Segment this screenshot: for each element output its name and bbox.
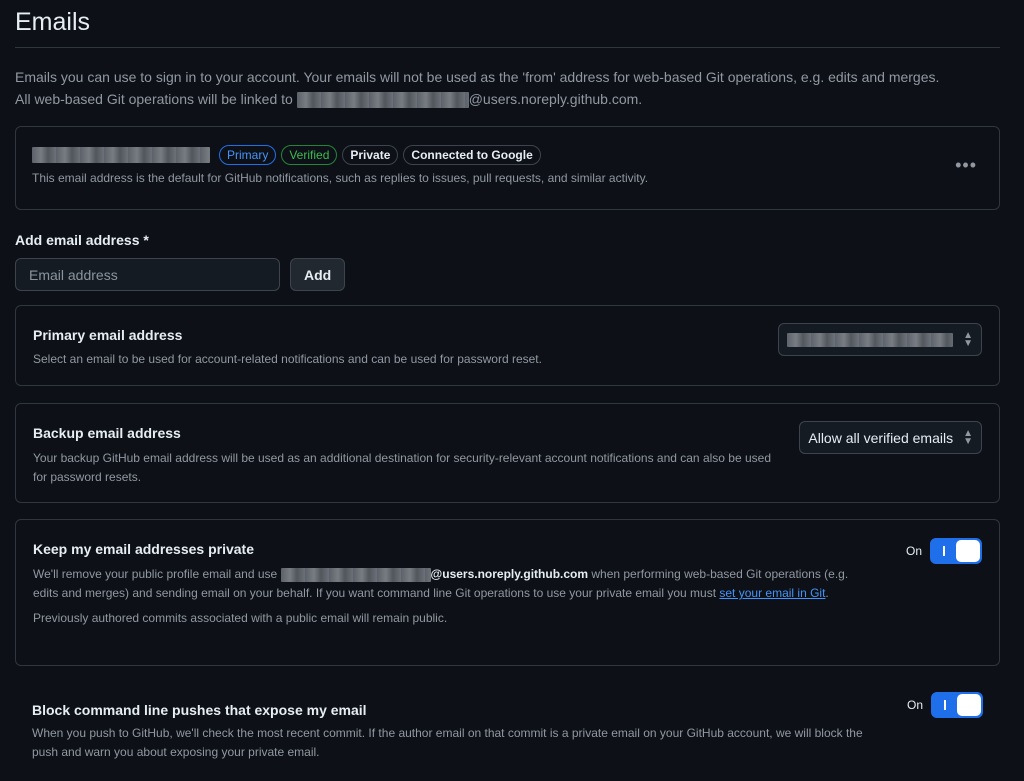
select-caret-icon: ▲ ▼ — [963, 427, 973, 447]
block-push-toggle[interactable] — [931, 692, 983, 718]
set-email-in-git-link[interactable]: set your email in Git — [719, 586, 825, 600]
intro-line-2-prefix: All web-based Git operations will be lin… — [15, 91, 297, 107]
block-push-toggle-label: On — [906, 698, 923, 712]
keep-private-toggle[interactable] — [930, 538, 982, 564]
email-address-input[interactable] — [15, 258, 280, 291]
redacted-email — [32, 147, 210, 163]
toggle-knob — [957, 694, 981, 716]
redacted-noreply-user — [280, 567, 431, 582]
block-push-description: When you push to GitHub, we'll check the… — [32, 726, 863, 759]
private-badge: Private — [342, 145, 399, 165]
block-push-title: Block command line pushes that expose my… — [32, 702, 367, 718]
noreply-domain: @users.noreply.github.com — [430, 567, 589, 581]
primary-email-setting: Primary email address Select an email to… — [15, 305, 1000, 386]
keep-private-desc-end: . — [825, 586, 829, 600]
emails-settings-page: Emails Emails you can use to sign in to … — [0, 0, 1024, 781]
connected-google-badge: Connected to Google — [403, 145, 541, 165]
primary-badge: Primary — [219, 145, 277, 165]
keep-private-note: Previously authored commits associated w… — [33, 611, 448, 625]
keep-private-toggle-label: On — [905, 544, 922, 558]
select-caret-icon: ▲ ▼ — [963, 329, 973, 349]
backup-email-setting: Backup email address Your backup GitHub … — [15, 403, 1000, 503]
email-description: This email address is the default for Gi… — [32, 171, 649, 185]
page-title: Emails — [15, 0, 1000, 48]
keep-private-description: We'll remove your public profile email a… — [33, 565, 873, 603]
primary-email-card: Primary Verified Private Connected to Go… — [15, 126, 1000, 210]
email-row: Primary Verified Private Connected to Go… — [32, 145, 983, 165]
toggle-knob — [956, 540, 980, 562]
keep-private-toggle-wrap: On — [906, 538, 982, 564]
backup-email-description: Your backup GitHub email address will be… — [33, 451, 771, 484]
toggle-on-icon — [943, 546, 945, 556]
toggle-on-icon — [944, 700, 946, 710]
intro-line-2: All web-based Git operations will be lin… — [15, 88, 1000, 110]
backup-email-selected: Allow all verified emails — [808, 429, 954, 446]
add-email-label: Add email address * — [15, 232, 149, 248]
block-push-setting: Block command line pushes that expose my… — [15, 692, 1000, 781]
intro-line-2-suffix: @users.noreply.github.com. — [468, 91, 643, 107]
add-email-row: Add — [15, 258, 1000, 291]
keep-private-title: Keep my email addresses private — [33, 541, 255, 557]
verified-badge: Verified — [281, 145, 338, 165]
block-push-toggle-wrap: On — [907, 692, 983, 718]
redacted-username — [296, 92, 469, 109]
keep-private-desc-prefix: We'll remove your public profile email a… — [33, 567, 281, 581]
intro-line-1: Emails you can use to sign in to your ac… — [15, 69, 940, 85]
primary-email-select[interactable]: ▲ ▼ — [778, 323, 982, 356]
backup-email-select[interactable]: Allow all verified emails ▲ ▼ — [799, 421, 982, 454]
add-email-button[interactable]: Add — [290, 258, 346, 291]
kebab-horizontal-icon[interactable]: ••• — [955, 155, 977, 176]
redacted-selected-email — [787, 332, 954, 347]
intro-text: Emails you can use to sign in to your ac… — [15, 66, 1000, 110]
keep-private-setting: Keep my email addresses private We'll re… — [15, 519, 1000, 666]
